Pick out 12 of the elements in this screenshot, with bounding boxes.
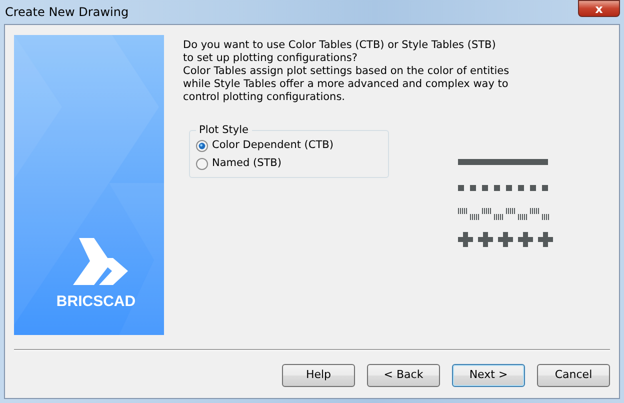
description-text: Do you want to use Color Tables (CTB) or Style Tables (STB) to set up plotting configurations? Color Tables assign plot settings based on the color of entities while Style Tables offer a more advanced and complex way to control plotting configurations. xyxy=(183,39,510,104)
radio-label[interactable]: Color Dependent (CTB) xyxy=(212,138,334,154)
radio-label[interactable]: Named (STB) xyxy=(212,156,282,172)
dialog-button[interactable]: < Back xyxy=(367,364,440,387)
window-title: Create New Drawing xyxy=(4,4,129,21)
dialog-button[interactable]: Help xyxy=(282,364,355,387)
radio-button[interactable] xyxy=(196,140,208,152)
dialog-button[interactable]: Cancel xyxy=(537,364,610,387)
dialog-button[interactable]: Next > xyxy=(452,364,525,387)
radio-button[interactable] xyxy=(196,158,208,170)
logo-text: BRICSCAD xyxy=(56,293,136,310)
close-button[interactable]: x xyxy=(578,0,620,17)
